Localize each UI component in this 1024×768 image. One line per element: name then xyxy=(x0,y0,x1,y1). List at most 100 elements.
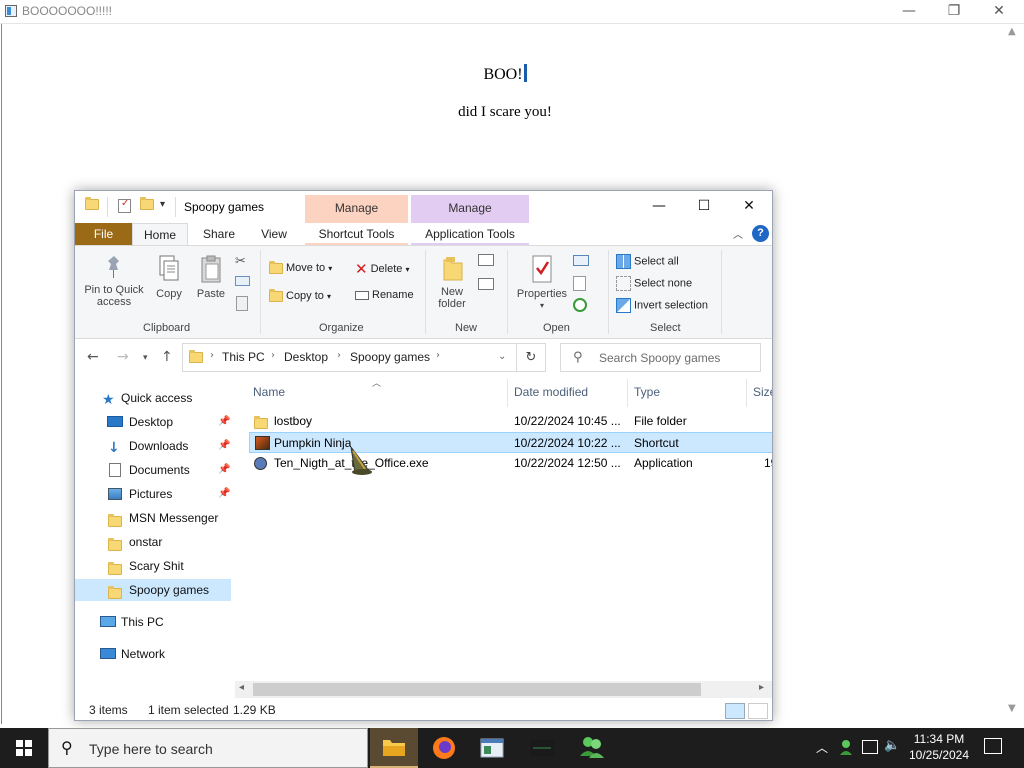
large-icons-view-button[interactable] xyxy=(748,703,768,719)
nav-documents[interactable]: Documents 📌 xyxy=(75,459,231,481)
delete-button[interactable]: ✕ Delete ▾ xyxy=(355,260,409,278)
nav-spoopy-games[interactable]: Spoopy games xyxy=(75,579,231,601)
back-arrow-icon[interactable]: ← xyxy=(87,349,99,365)
crumb-spoopy-games[interactable]: Spoopy games xyxy=(350,350,430,364)
explorer-minimize-button[interactable]: — xyxy=(636,196,682,218)
taskbar-firefox[interactable] xyxy=(420,728,468,768)
address-bar[interactable]: › This PC › Desktop › Spoopy games › ⌄ xyxy=(182,343,517,372)
open-icon[interactable] xyxy=(573,255,589,266)
terminal-icon xyxy=(530,740,554,756)
nav-this-pc[interactable]: This PC xyxy=(75,611,231,633)
desktop-icon xyxy=(107,416,123,427)
taskbar-file-explorer[interactable] xyxy=(370,728,418,768)
network-tray-icon[interactable] xyxy=(862,740,878,754)
tab-application-tools[interactable]: Application Tools xyxy=(411,223,529,245)
tab-file[interactable]: File xyxy=(75,223,132,245)
file-row-pumpkin-ninja[interactable]: Pumpkin Ninja 10/22/2024 10:22 ... Short… xyxy=(249,432,772,453)
background-scrollbar[interactable]: ▲ ▼ xyxy=(1005,24,1022,724)
text-caret xyxy=(523,64,527,82)
details-view-button[interactable] xyxy=(725,703,745,719)
invert-selection-button[interactable]: Invert selection xyxy=(616,298,708,313)
minimize-button[interactable]: — xyxy=(886,0,932,24)
copy-path-icon[interactable] xyxy=(235,276,250,286)
start-button[interactable] xyxy=(0,728,48,768)
nav-onstar[interactable]: onstar xyxy=(75,531,231,553)
address-chevron[interactable]: › xyxy=(210,350,214,361)
copy-to-button[interactable]: Copy to ▾ xyxy=(269,288,331,302)
address-history-dropdown[interactable]: ⌄ xyxy=(498,351,506,362)
easy-access-icon[interactable] xyxy=(478,278,494,290)
help-icon[interactable]: ? xyxy=(752,225,769,242)
taskbar-msn-messenger[interactable] xyxy=(568,728,616,768)
copy-icon xyxy=(159,255,179,281)
nav-documents-label: Documents xyxy=(129,463,190,477)
nav-pictures[interactable]: Pictures 📌 xyxy=(75,483,231,505)
nav-onstar-label: onstar xyxy=(129,535,163,549)
maximize-button[interactable]: ❐ xyxy=(931,0,977,24)
properties-check-icon[interactable]: ✓ xyxy=(118,198,131,213)
volume-icon[interactable]: 🔈 xyxy=(884,738,900,768)
paste-shortcut-icon[interactable] xyxy=(236,296,248,311)
search-box[interactable]: ⚲ Search Spoopy games xyxy=(560,343,761,372)
forward-arrow-icon[interactable]: → xyxy=(117,349,129,365)
new-folder-button[interactable]: New folder xyxy=(432,254,472,310)
taskbar-terminal[interactable] xyxy=(518,728,566,768)
file-date: 10/22/2024 10:45 ... xyxy=(514,414,621,428)
recent-locations-icon[interactable]: ▾ xyxy=(143,353,148,363)
taskbar-clock[interactable]: 11:34 PM 10/25/2024 xyxy=(900,731,978,763)
nav-msn-messenger[interactable]: MSN Messenger xyxy=(75,507,231,529)
column-header-name[interactable]: Name xyxy=(253,385,285,399)
pin-label: Pin to Quick access xyxy=(84,284,144,308)
tab-view[interactable]: View xyxy=(249,223,299,245)
edit-icon[interactable] xyxy=(573,276,586,291)
tab-share[interactable]: Share xyxy=(192,223,246,245)
select-none-button[interactable]: Select none xyxy=(616,276,692,291)
scroll-right-arrow[interactable]: ▸ xyxy=(759,682,764,693)
notifications-icon[interactable] xyxy=(984,738,1002,754)
search-placeholder: Search Spoopy games xyxy=(599,351,721,365)
rename-button[interactable]: Rename xyxy=(355,289,414,301)
background-window-title: BOOOOOOO!!!!! xyxy=(22,4,113,18)
up-arrow-icon[interactable]: ↑ xyxy=(161,349,173,365)
nav-desktop[interactable]: Desktop 📌 xyxy=(75,411,231,433)
tray-people-icon[interactable] xyxy=(838,738,854,756)
move-to-button[interactable]: Move to ▾ xyxy=(269,260,332,274)
background-window-titlebar: BOOOOOOO!!!!! — ❐ ✕ xyxy=(0,0,1024,24)
taskbar-search-box[interactable]: ⚲ Type here to search xyxy=(48,728,368,768)
history-icon[interactable] xyxy=(573,298,587,312)
file-row-ten-nigth-at-the-office[interactable]: Ten_Nigth_at_the_Office.exe 10/22/2024 1… xyxy=(249,453,772,474)
explorer-close-button[interactable]: ✕ xyxy=(726,196,772,218)
explorer-maximize-button[interactable]: ☐ xyxy=(681,196,727,218)
cut-icon[interactable]: ✂ xyxy=(235,254,246,269)
column-header-size[interactable]: Size xyxy=(753,385,772,399)
scroll-thumb[interactable] xyxy=(253,683,701,696)
tray-overflow-icon[interactable]: ︿ xyxy=(816,739,828,768)
paste-button[interactable]: Paste xyxy=(193,254,229,300)
new-item-icon[interactable] xyxy=(478,254,494,266)
nav-network[interactable]: Network xyxy=(75,643,231,665)
scroll-up-arrow[interactable]: ▲ xyxy=(1008,26,1016,37)
column-header-date-modified[interactable]: Date modified xyxy=(514,385,588,399)
new-folder-quick-icon[interactable] xyxy=(140,197,154,213)
file-row-lostboy[interactable]: lostboy 10/22/2024 10:45 ... File folder xyxy=(249,411,772,432)
taskbar-app-window[interactable] xyxy=(468,728,516,768)
refresh-button[interactable]: ↻ xyxy=(517,343,546,372)
pin-to-quick-access-button[interactable]: Pin to Quick access xyxy=(81,254,147,308)
copy-button[interactable]: Copy xyxy=(151,254,187,300)
nav-quick-access[interactable]: ★ Quick access xyxy=(75,387,231,409)
collapse-ribbon-icon[interactable]: ︿ xyxy=(733,226,743,241)
horizontal-scrollbar[interactable]: ◂ ▸ xyxy=(235,681,772,698)
properties-button[interactable]: Properties ▾ xyxy=(513,254,571,312)
select-all-button[interactable]: Select all xyxy=(616,254,679,269)
crumb-desktop[interactable]: Desktop xyxy=(284,350,328,364)
tab-home[interactable]: Home xyxy=(132,223,188,245)
scroll-down-arrow[interactable]: ▼ xyxy=(1008,703,1016,714)
scroll-left-arrow[interactable]: ◂ xyxy=(239,682,244,693)
column-header-type[interactable]: Type xyxy=(634,385,660,399)
nav-scary-shit[interactable]: Scary Shit xyxy=(75,555,231,577)
close-button[interactable]: ✕ xyxy=(976,0,1022,24)
quick-access-toolbar-dropdown[interactable]: ▾ xyxy=(160,199,165,210)
nav-downloads[interactable]: ↓ Downloads 📌 xyxy=(75,435,231,457)
tab-shortcut-tools[interactable]: Shortcut Tools xyxy=(305,223,408,245)
crumb-this-pc[interactable]: This PC xyxy=(222,350,265,364)
